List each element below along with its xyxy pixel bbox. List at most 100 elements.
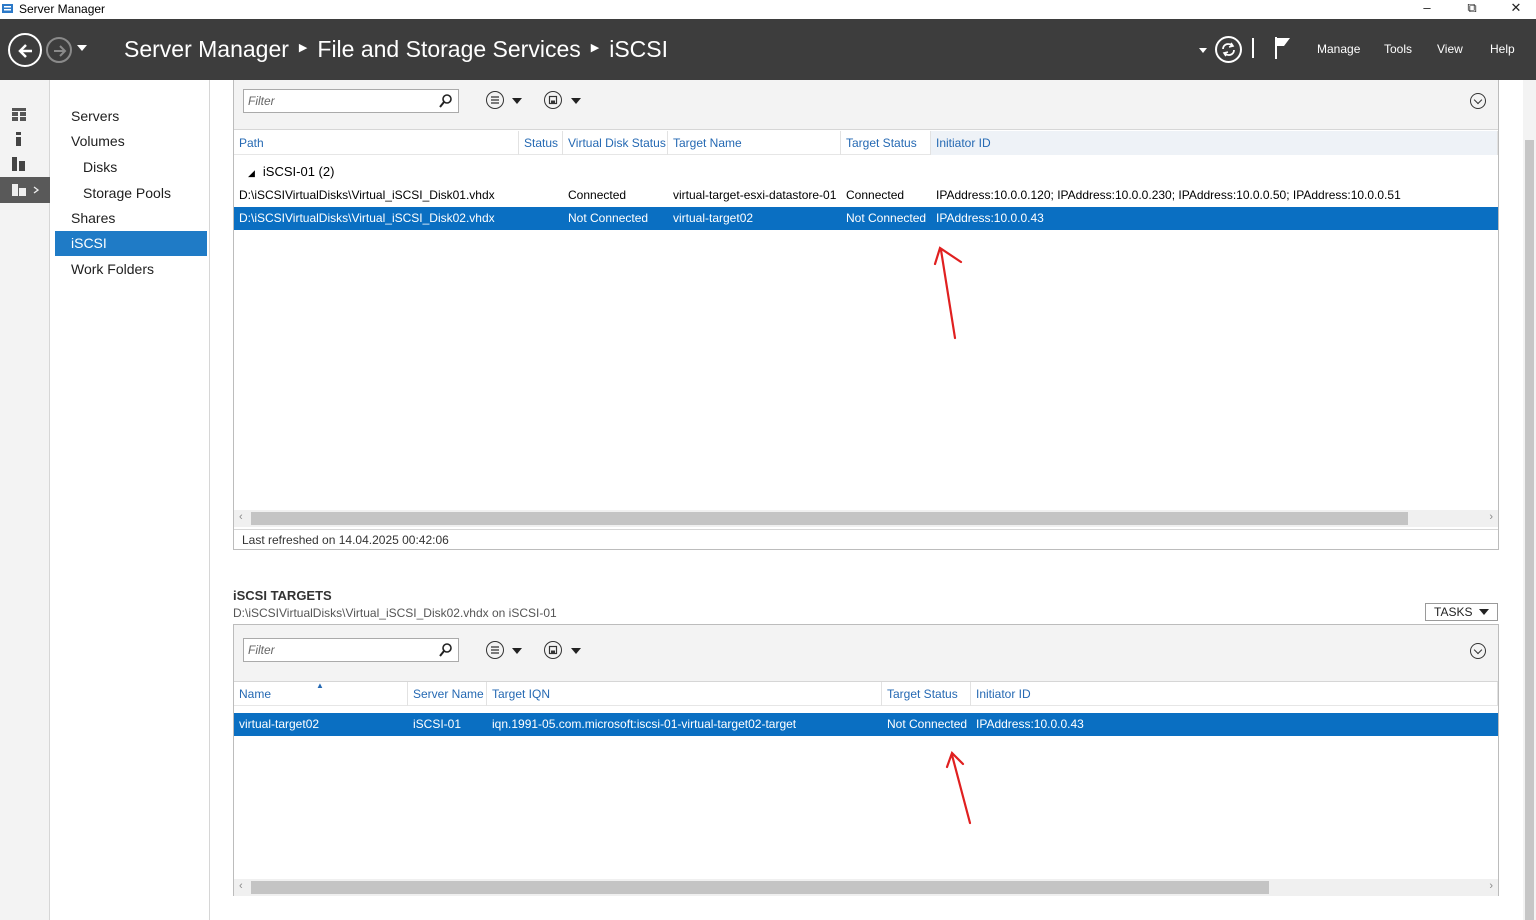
collapse-triangle-icon[interactable]: ◢ <box>248 168 255 178</box>
col-target-iqn[interactable]: Target IQN <box>487 682 882 706</box>
view-options-dropdown[interactable] <box>512 648 522 654</box>
group-header[interactable]: ◢ iSCSI-01 (2) <box>248 164 334 179</box>
dashboard-icon <box>12 108 26 121</box>
col-name[interactable]: Name ▲ <box>234 681 408 706</box>
col-target-name[interactable]: Target Name <box>668 131 841 155</box>
search-icon[interactable] <box>439 643 452 657</box>
view-options-icon[interactable] <box>486 641 504 659</box>
nav-iscsi[interactable]: iSCSI <box>55 231 207 256</box>
help-menu[interactable]: Help <box>1490 42 1515 56</box>
icon-rail <box>0 80 50 920</box>
col-status[interactable]: Status <box>519 131 563 155</box>
tasks-label: TASKS <box>1434 605 1473 619</box>
horizontal-scrollbar[interactable]: ‹ › <box>234 879 1498 896</box>
nav-servers[interactable]: Servers <box>55 104 207 129</box>
table-row-selected[interactable]: virtual-target02 iSCSI-01 iqn.1991-05.co… <box>234 713 1498 736</box>
forward-button[interactable] <box>46 37 72 63</box>
scrollbar-thumb[interactable] <box>251 881 1269 894</box>
server-manager-app-icon <box>2 4 13 13</box>
col-target-status[interactable]: Target Status <box>882 682 971 706</box>
manage-menu[interactable]: Manage <box>1317 42 1360 56</box>
targets-panel: Filter Name ▲ Server Name Target IQN Tar… <box>233 624 1499 896</box>
nav-disks[interactable]: Disks <box>55 155 207 180</box>
back-icon <box>18 44 32 58</box>
local-server-icon <box>16 132 21 146</box>
col-target-status[interactable]: Target Status <box>841 131 931 155</box>
forward-icon <box>54 45 67 57</box>
rail-local-server[interactable] <box>0 126 50 152</box>
col-path[interactable]: Path <box>234 131 519 155</box>
nav-shares[interactable]: Shares <box>55 206 207 231</box>
save-query-dropdown[interactable] <box>571 648 581 654</box>
header-bar: Server Manager ▶ File and Storage Services… <box>0 19 1536 80</box>
col-name-label: Name <box>239 687 272 701</box>
expand-collapse-button[interactable] <box>1470 93 1486 109</box>
scroll-left-icon[interactable]: ‹ <box>239 880 243 892</box>
vertical-scrollbar[interactable] <box>1523 80 1536 920</box>
col-virtual-disk-status[interactable]: Virtual Disk Status <box>563 131 668 155</box>
cell-initiator-id: IPAddress:10.0.0.43 <box>936 211 1044 225</box>
horizontal-scrollbar[interactable]: ‹ › <box>234 510 1498 527</box>
cell-path: D:\iSCSIVirtualDisks\Virtual_iSCSI_Disk0… <box>239 188 495 202</box>
table-row-selected[interactable]: D:\iSCSIVirtualDisks\Virtual_iSCSI_Disk0… <box>234 207 1498 230</box>
col-server-name[interactable]: Server Name <box>408 682 487 706</box>
rail-file-storage[interactable] <box>0 177 50 203</box>
search-icon[interactable] <box>439 94 452 108</box>
breadcrumb-file-storage[interactable]: File and Storage Services <box>317 36 580 62</box>
nav-volumes[interactable]: Volumes <box>55 129 207 154</box>
rail-all-servers[interactable] <box>0 151 50 177</box>
view-options-dropdown[interactable] <box>512 98 522 104</box>
breadcrumb-iscsi[interactable]: iSCSI <box>609 36 668 62</box>
tools-menu[interactable]: Tools <box>1384 42 1412 56</box>
save-query-dropdown[interactable] <box>571 98 581 104</box>
close-button[interactable]: ✕ <box>1494 0 1536 19</box>
table-row[interactable]: D:\iSCSIVirtualDisks\Virtual_iSCSI_Disk0… <box>234 184 1498 207</box>
col-initiator-id[interactable]: Initiator ID <box>971 682 1498 706</box>
scrollbar-thumb[interactable] <box>251 512 1408 525</box>
annotation-arrow-lower <box>945 750 972 825</box>
cell-initiator-id: IPAddress:10.0.0.43 <box>976 717 1084 731</box>
restore-button[interactable]: ⧉ <box>1450 0 1494 19</box>
scrollbar-thumb[interactable] <box>1525 140 1534 920</box>
cell-target-status: Not Connected <box>846 211 927 225</box>
virtual-disks-toolbar: Filter <box>234 80 1498 130</box>
scroll-right-icon[interactable]: › <box>1489 511 1493 523</box>
refresh-dropdown[interactable] <box>1199 48 1207 53</box>
rail-dashboard[interactable] <box>0 101 50 127</box>
all-servers-icon <box>12 157 25 171</box>
annotation-arrow-upper <box>933 246 963 340</box>
scroll-left-icon[interactable]: ‹ <box>239 511 243 523</box>
targets-section-subtitle: D:\iSCSIVirtualDisks\Virtual_iSCSI_Disk0… <box>233 606 557 620</box>
header-separator <box>1252 38 1254 58</box>
targets-filter[interactable]: Filter <box>243 638 459 662</box>
breadcrumb: Server Manager ▶ File and Storage Services… <box>124 36 669 62</box>
cell-initiator-id: IPAddress:10.0.0.120; IPAddress:10.0.0.2… <box>936 188 1401 202</box>
breadcrumb-server-manager[interactable]: Server Manager <box>124 36 289 62</box>
col-initiator-id[interactable]: Initiator ID <box>931 131 1498 155</box>
nav-work-folders[interactable]: Work Folders <box>55 257 207 282</box>
cell-vd-status: Connected <box>568 188 627 202</box>
back-button[interactable] <box>8 33 42 67</box>
refresh-button[interactable] <box>1215 36 1242 63</box>
targets-toolbar: Filter <box>234 625 1498 682</box>
window-title: Server Manager <box>19 2 106 16</box>
flag-icon[interactable] <box>1273 35 1293 61</box>
virtual-disks-filter[interactable]: Filter <box>243 89 459 113</box>
cell-server-name: iSCSI-01 <box>413 717 462 731</box>
cell-status <box>519 184 524 207</box>
save-query-icon[interactable] <box>544 91 562 109</box>
cell-target-status: Connected <box>846 188 905 202</box>
navigation-pane: Servers Volumes Disks Storage Pools Shar… <box>50 80 210 920</box>
tasks-button[interactable]: TASKS <box>1425 603 1498 621</box>
save-query-icon[interactable] <box>544 641 562 659</box>
scroll-right-icon[interactable]: › <box>1489 880 1493 892</box>
history-dropdown[interactable] <box>77 45 87 51</box>
expand-collapse-button[interactable] <box>1470 643 1486 659</box>
minimize-button[interactable]: – <box>1405 0 1449 19</box>
view-menu[interactable]: View <box>1437 42 1463 56</box>
virtual-disks-column-header: Path Status Virtual Disk Status Target N… <box>234 131 1498 155</box>
cell-path: D:\iSCSIVirtualDisks\Virtual_iSCSI_Disk0… <box>239 211 495 225</box>
view-options-icon[interactable] <box>486 91 504 109</box>
cell-target-status: Not Connected <box>887 717 968 731</box>
nav-storage-pools[interactable]: Storage Pools <box>55 181 207 206</box>
